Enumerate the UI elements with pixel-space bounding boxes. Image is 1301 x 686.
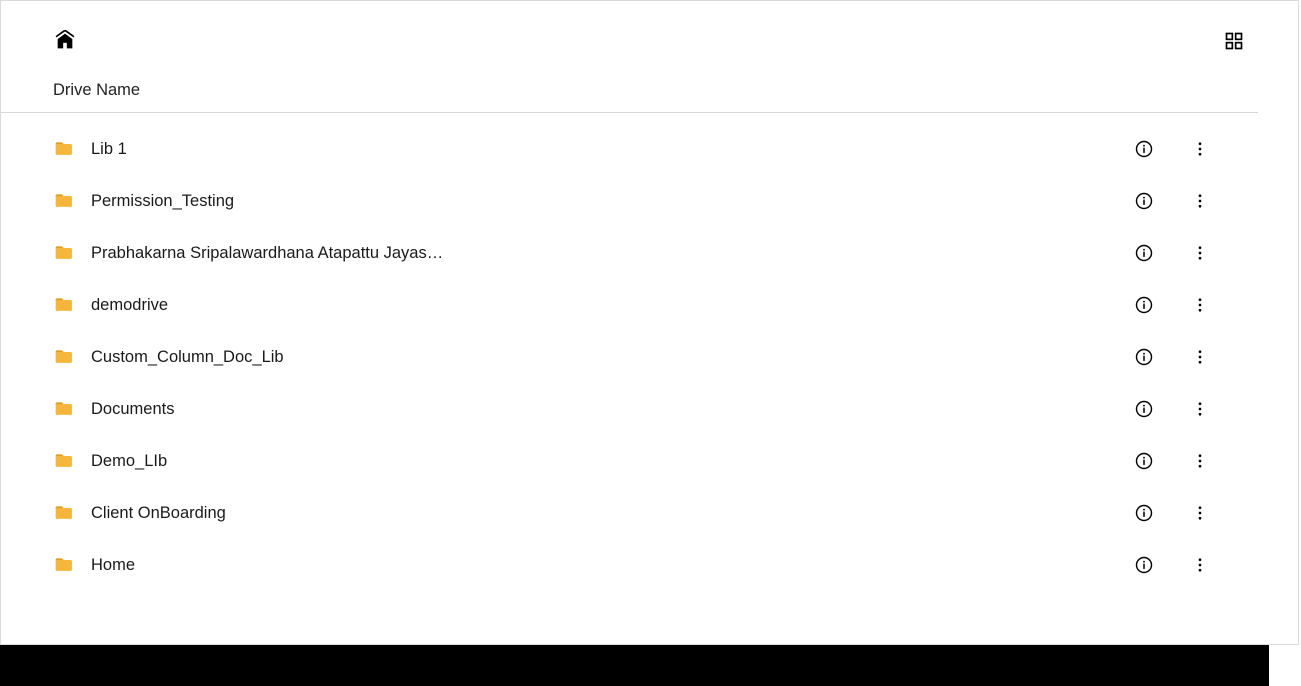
bottom-bar xyxy=(0,645,1269,686)
grid-view-icon[interactable] xyxy=(1222,29,1246,53)
row-actions xyxy=(1134,555,1258,575)
info-icon[interactable] xyxy=(1134,451,1154,471)
folder-icon xyxy=(53,450,75,472)
folder-icon xyxy=(53,554,75,576)
drive-name[interactable]: Demo_LIb xyxy=(91,452,167,471)
more-vert-icon[interactable] xyxy=(1190,191,1210,211)
folder-icon xyxy=(53,138,75,160)
drive-name[interactable]: Prabhakarna Sripalawardhana Atapattu Jay… xyxy=(91,244,451,263)
drive-row[interactable]: Permission_Testing xyxy=(53,175,1258,227)
folder-icon xyxy=(53,346,75,368)
app-frame: Drive Name Lib 1 Permission_Testing Prab… xyxy=(0,0,1299,645)
drive-name[interactable]: demodrive xyxy=(91,296,168,315)
folder-icon xyxy=(53,190,75,212)
drive-list: Lib 1 Permission_Testing Prabhakarna Sri… xyxy=(1,113,1298,591)
drive-row[interactable]: Custom_Column_Doc_Lib xyxy=(53,331,1258,383)
folder-icon xyxy=(53,502,75,524)
info-icon[interactable] xyxy=(1134,555,1154,575)
row-actions xyxy=(1134,243,1258,263)
more-vert-icon[interactable] xyxy=(1190,295,1210,315)
drive-name[interactable]: Custom_Column_Doc_Lib xyxy=(91,348,284,367)
drive-name[interactable]: Documents xyxy=(91,400,174,419)
row-actions xyxy=(1134,451,1258,471)
row-actions xyxy=(1134,503,1258,523)
folder-icon xyxy=(53,242,75,264)
row-actions xyxy=(1134,139,1258,159)
info-icon[interactable] xyxy=(1134,503,1154,523)
column-header-drive-name: Drive Name xyxy=(1,73,1258,113)
row-actions xyxy=(1134,191,1258,211)
drive-row[interactable]: demodrive xyxy=(53,279,1258,331)
drive-row[interactable]: Home xyxy=(53,539,1258,591)
more-vert-icon[interactable] xyxy=(1190,243,1210,263)
drive-row[interactable]: Demo_LIb xyxy=(53,435,1258,487)
drive-name[interactable]: Permission_Testing xyxy=(91,192,234,211)
info-icon[interactable] xyxy=(1134,191,1154,211)
info-icon[interactable] xyxy=(1134,139,1154,159)
column-header-label: Drive Name xyxy=(53,81,140,99)
drive-row[interactable]: Lib 1 xyxy=(53,123,1258,175)
drive-row[interactable]: Client OnBoarding xyxy=(53,487,1258,539)
drive-row[interactable]: Prabhakarna Sripalawardhana Atapattu Jay… xyxy=(53,227,1258,279)
row-actions xyxy=(1134,347,1258,367)
info-icon[interactable] xyxy=(1134,347,1154,367)
more-vert-icon[interactable] xyxy=(1190,399,1210,419)
drive-name[interactable]: Lib 1 xyxy=(91,140,127,159)
drive-name[interactable]: Client OnBoarding xyxy=(91,504,226,523)
more-vert-icon[interactable] xyxy=(1190,139,1210,159)
more-vert-icon[interactable] xyxy=(1190,555,1210,575)
row-actions xyxy=(1134,399,1258,419)
more-vert-icon[interactable] xyxy=(1190,451,1210,471)
info-icon[interactable] xyxy=(1134,399,1154,419)
more-vert-icon[interactable] xyxy=(1190,503,1210,523)
row-actions xyxy=(1134,295,1258,315)
drive-name[interactable]: Home xyxy=(91,556,135,575)
topbar xyxy=(1,1,1298,73)
more-vert-icon[interactable] xyxy=(1190,347,1210,367)
info-icon[interactable] xyxy=(1134,243,1154,263)
info-icon[interactable] xyxy=(1134,295,1154,315)
drive-row[interactable]: Documents xyxy=(53,383,1258,435)
folder-icon xyxy=(53,398,75,420)
home-icon[interactable] xyxy=(53,29,77,53)
folder-icon xyxy=(53,294,75,316)
